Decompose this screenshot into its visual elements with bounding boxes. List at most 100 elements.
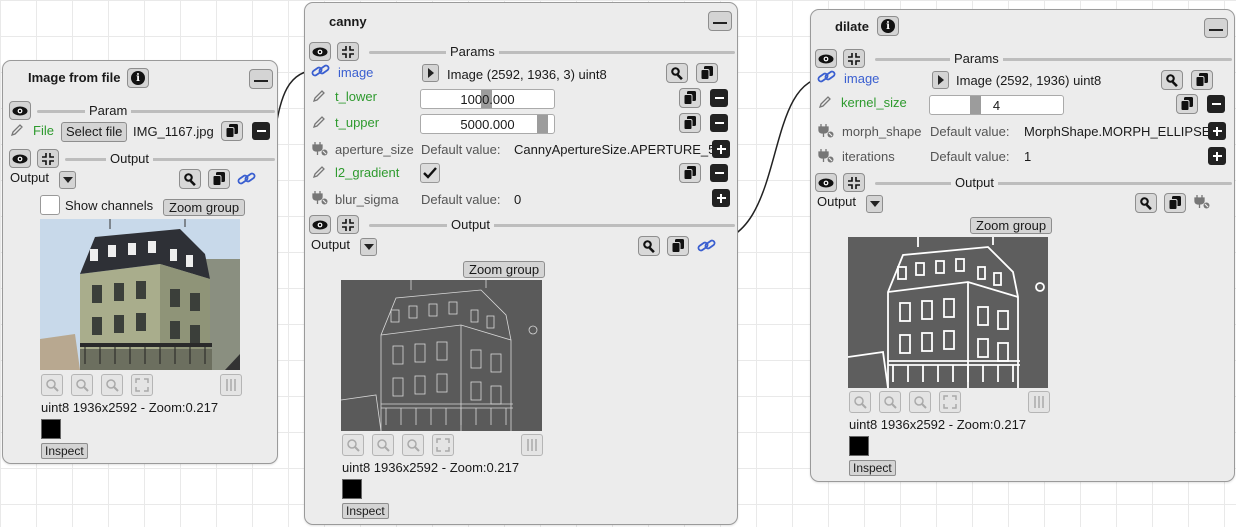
zoom-out-button[interactable] xyxy=(879,391,901,413)
node-image-from-file[interactable]: Image from file i Param File Select file… xyxy=(2,60,278,464)
minimize-button[interactable] xyxy=(249,69,273,89)
inspect-button[interactable]: Inspect xyxy=(849,460,896,476)
image-preview[interactable] xyxy=(40,219,240,370)
set-param-button[interactable] xyxy=(1208,147,1226,165)
reset-param-button[interactable] xyxy=(710,164,728,182)
fullscreen-button[interactable] xyxy=(131,374,153,396)
copy-output-button[interactable] xyxy=(208,169,230,189)
toggle-params-visibility-button[interactable] xyxy=(309,42,331,61)
output-dropdown[interactable] xyxy=(360,238,377,256)
t-upper-slider[interactable]: 5000.000 xyxy=(420,114,555,134)
pencil-icon xyxy=(10,124,23,137)
node-title: canny xyxy=(329,14,367,29)
t-lower-slider[interactable]: 1000.000 xyxy=(420,89,555,109)
set-param-button[interactable] xyxy=(712,189,730,207)
toggle-output-visibility-button[interactable] xyxy=(815,173,837,192)
node-dilate[interactable]: dilate i Params image Image (2592, 1936)… xyxy=(810,9,1235,482)
zoom-in-button[interactable] xyxy=(41,374,63,396)
copy-icon xyxy=(684,91,696,105)
minimize-button[interactable] xyxy=(1204,18,1228,38)
zoom-in-button[interactable] xyxy=(342,434,364,456)
link-icon[interactable] xyxy=(237,171,257,187)
inspect-button[interactable]: Inspect xyxy=(342,503,389,519)
zoom-reset-button[interactable] xyxy=(101,374,123,396)
image-info-text: uint8 1936x2592 - Zoom:0.217 xyxy=(849,417,1027,432)
collapse-output-button[interactable] xyxy=(37,149,59,168)
copy-output-button[interactable] xyxy=(667,236,689,256)
zoom-group-button[interactable]: Zoom group xyxy=(970,217,1053,234)
info-button[interactable]: i xyxy=(127,68,149,88)
eye-icon xyxy=(818,54,834,63)
param-morph-shape-value: MorphShape.MORPH_ELLIPSE xyxy=(1024,124,1211,139)
zoom-in-icon xyxy=(46,379,59,392)
copy-button[interactable] xyxy=(696,63,718,83)
magnify-button[interactable] xyxy=(666,63,688,83)
copy-button[interactable] xyxy=(1191,70,1213,90)
params-section-label: Params xyxy=(950,51,1003,66)
remove-param-button[interactable] xyxy=(252,122,270,140)
output-section-label: Output xyxy=(951,175,999,190)
fullscreen-button[interactable] xyxy=(939,391,961,413)
magnify-button[interactable] xyxy=(638,236,660,256)
settings-sliders-button[interactable] xyxy=(521,434,543,456)
reset-param-button[interactable] xyxy=(710,114,728,132)
copy-button[interactable] xyxy=(679,113,701,133)
collapse-icon xyxy=(342,45,354,58)
output-dropdown[interactable] xyxy=(59,171,76,189)
zoom-reset-button[interactable] xyxy=(402,434,424,456)
collapse-params-button[interactable] xyxy=(843,49,865,68)
reset-param-button[interactable] xyxy=(1207,95,1225,113)
magnify-button[interactable] xyxy=(1161,70,1183,90)
slider-knob[interactable] xyxy=(970,96,981,114)
collapse-params-button[interactable] xyxy=(337,42,359,61)
dropdown-chevron-icon xyxy=(62,177,73,183)
node-canny[interactable]: canny Params image Image (2592, 1936, 3)… xyxy=(304,2,738,525)
zoom-in-button[interactable] xyxy=(849,391,871,413)
magnify-button[interactable] xyxy=(1135,193,1157,213)
image-preview[interactable] xyxy=(341,280,542,431)
select-file-button[interactable]: Select file xyxy=(61,122,128,142)
toggle-params-visibility-button[interactable] xyxy=(815,49,837,68)
copy-button[interactable] xyxy=(679,88,701,108)
output-dropdown[interactable] xyxy=(866,195,883,213)
fullscreen-button[interactable] xyxy=(432,434,454,456)
settings-sliders-button[interactable] xyxy=(1028,391,1050,413)
magnify-button[interactable] xyxy=(179,169,201,189)
set-param-button[interactable] xyxy=(1208,122,1226,140)
settings-sliders-button[interactable] xyxy=(220,374,242,396)
reset-param-button[interactable] xyxy=(710,89,728,107)
dropdown-chevron-icon xyxy=(869,201,880,207)
copy-button[interactable] xyxy=(221,121,243,141)
copy-output-button[interactable] xyxy=(1164,193,1186,213)
collapse-output-button[interactable] xyxy=(337,215,359,234)
zoom-out-icon xyxy=(76,379,89,392)
link-icon[interactable] xyxy=(697,238,717,254)
toggle-output-visibility-button[interactable] xyxy=(9,149,31,168)
link-icon[interactable] xyxy=(311,63,331,79)
toggle-param-visibility-button[interactable] xyxy=(9,101,31,120)
expand-image-param-button[interactable] xyxy=(422,64,439,82)
zoom-out-button[interactable] xyxy=(372,434,394,456)
zoom-out-button[interactable] xyxy=(71,374,93,396)
inspect-button[interactable]: Inspect xyxy=(41,443,88,459)
set-param-button[interactable] xyxy=(712,140,730,158)
zoom-reset-button[interactable] xyxy=(909,391,931,413)
copy-icon xyxy=(213,172,225,186)
copy-button[interactable] xyxy=(1176,94,1198,114)
image-preview[interactable] xyxy=(848,237,1048,388)
collapse-output-button[interactable] xyxy=(843,173,865,192)
slider-knob[interactable] xyxy=(537,115,548,133)
output-section-label: Output xyxy=(447,217,495,232)
l2-gradient-checkbox[interactable] xyxy=(420,163,440,183)
zoom-group-button[interactable]: Zoom group xyxy=(463,261,546,278)
toggle-output-visibility-button[interactable] xyxy=(309,215,331,234)
plug-off-icon[interactable] xyxy=(1194,195,1210,209)
minimize-button[interactable] xyxy=(708,11,732,31)
info-button[interactable]: i xyxy=(877,16,899,36)
zoom-group-button[interactable]: Zoom group xyxy=(163,199,246,216)
copy-button[interactable] xyxy=(679,163,701,183)
show-channels-checkbox[interactable] xyxy=(40,195,60,215)
link-icon[interactable] xyxy=(817,69,837,85)
kernel-size-slider[interactable]: 4 xyxy=(929,95,1064,115)
expand-image-param-button[interactable] xyxy=(932,71,949,89)
